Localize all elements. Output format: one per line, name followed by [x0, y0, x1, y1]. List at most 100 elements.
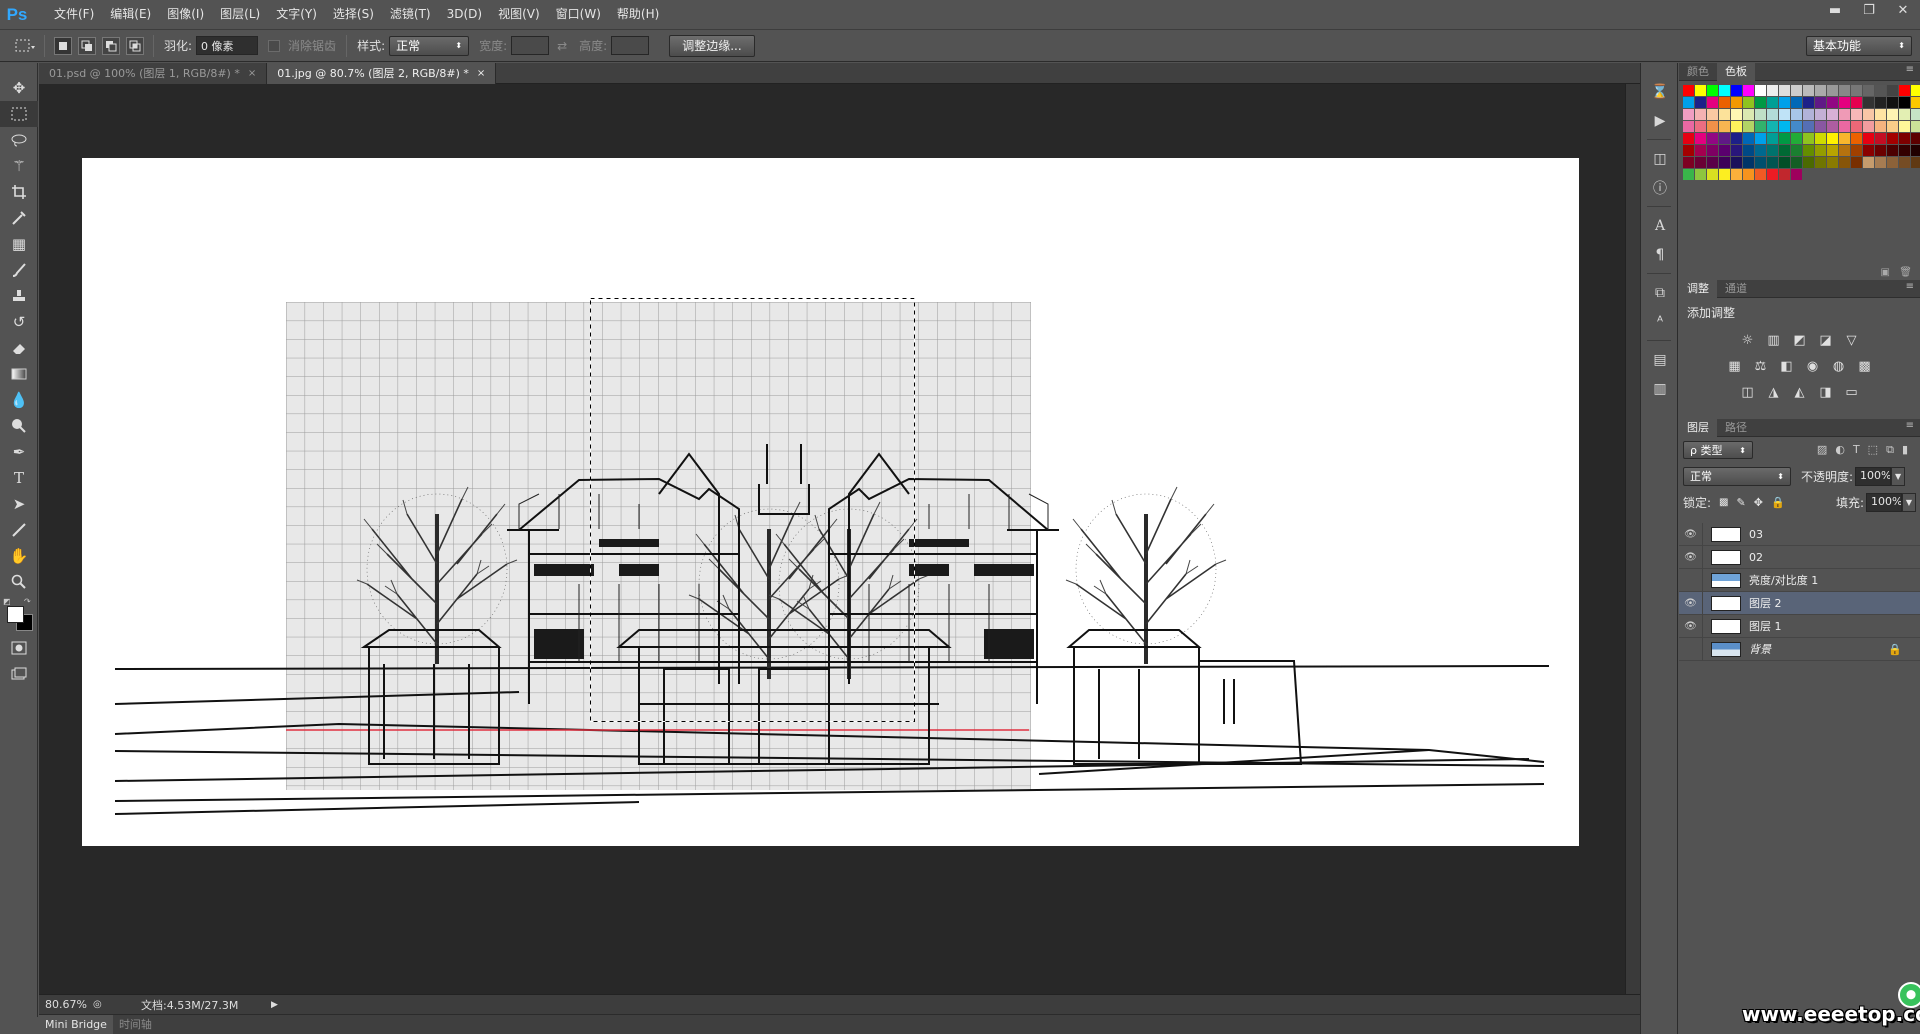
swatch[interactable]: [1887, 109, 1898, 120]
swatch[interactable]: [1815, 97, 1826, 108]
swatch[interactable]: [1743, 145, 1754, 156]
menu-3d[interactable]: 3D(D): [439, 0, 490, 29]
swatch[interactable]: [1887, 145, 1898, 156]
layer-row[interactable]: 👁 03: [1679, 522, 1920, 546]
swatch[interactable]: [1875, 121, 1886, 132]
swatch[interactable]: [1743, 133, 1754, 144]
history-icon[interactable]: ⌛: [1641, 77, 1679, 106]
swatch[interactable]: [1875, 133, 1886, 144]
swatch[interactable]: [1779, 169, 1790, 180]
add-selection-icon[interactable]: [78, 36, 96, 55]
threshold-icon[interactable]: ◭: [1787, 381, 1813, 403]
brightness-icon[interactable]: ☼: [1735, 329, 1761, 351]
menu-layer[interactable]: 图层(L): [212, 0, 268, 29]
swatch[interactable]: [1815, 121, 1826, 132]
pen-tool-icon[interactable]: ✒: [0, 439, 38, 465]
swatch[interactable]: [1827, 133, 1838, 144]
swatch[interactable]: [1719, 121, 1730, 132]
swatch[interactable]: [1827, 157, 1838, 168]
width-input[interactable]: [511, 36, 550, 55]
swatch[interactable]: [1755, 121, 1766, 132]
swatch[interactable]: [1791, 133, 1802, 144]
swatch[interactable]: [1803, 109, 1814, 120]
trash-icon[interactable]: 🗑: [1899, 267, 1912, 278]
swatch[interactable]: [1851, 133, 1862, 144]
swatch[interactable]: [1791, 157, 1802, 168]
filter-smart-icon[interactable]: ⧉: [1886, 443, 1894, 457]
antialias-checkbox[interactable]: 消除锯齿: [268, 37, 340, 54]
menu-help[interactable]: 帮助(H): [609, 0, 667, 29]
tab-color[interactable]: 颜色: [1679, 63, 1717, 81]
height-input[interactable]: [611, 36, 650, 55]
swatch[interactable]: [1863, 133, 1874, 144]
layer-row[interactable]: 亮度/对比度 1: [1679, 568, 1920, 592]
swatch[interactable]: [1827, 145, 1838, 156]
swatch[interactable]: [1731, 169, 1742, 180]
fill-input[interactable]: 100%: [1866, 492, 1902, 512]
layer-filter-select[interactable]: ρ 类型 ⬍: [1683, 441, 1753, 459]
swatch[interactable]: [1863, 85, 1874, 96]
color-balance-icon[interactable]: ⚖: [1748, 355, 1774, 377]
swatch-grid[interactable]: [1679, 81, 1920, 180]
visibility-eye-icon[interactable]: 👁: [1679, 591, 1703, 615]
blur-tool-icon[interactable]: 💧: [0, 387, 38, 413]
swatch[interactable]: [1875, 145, 1886, 156]
swatch[interactable]: [1815, 85, 1826, 96]
swatch[interactable]: [1779, 157, 1790, 168]
swatch[interactable]: [1731, 85, 1742, 96]
swatch[interactable]: [1803, 97, 1814, 108]
swatch[interactable]: [1755, 97, 1766, 108]
character-styles-icon[interactable]: ᴬ: [1641, 307, 1679, 336]
menu-window[interactable]: 窗口(W): [548, 0, 609, 29]
path-selection-icon[interactable]: ➤: [0, 491, 38, 517]
swatch[interactable]: [1719, 109, 1730, 120]
opacity-input[interactable]: 100%: [1855, 466, 1892, 486]
swatch[interactable]: [1875, 157, 1886, 168]
share-icon[interactable]: ◎: [93, 999, 111, 1010]
swatch[interactable]: [1755, 145, 1766, 156]
swatch[interactable]: [1731, 97, 1742, 108]
swatch[interactable]: [1719, 145, 1730, 156]
swatch[interactable]: [1719, 97, 1730, 108]
swatch[interactable]: [1899, 145, 1910, 156]
color-lookup-icon[interactable]: ▩: [1852, 355, 1878, 377]
swatch[interactable]: [1803, 157, 1814, 168]
lock-transparent-icon[interactable]: ▩: [1719, 497, 1728, 508]
swatch[interactable]: [1863, 97, 1874, 108]
swatch[interactable]: [1731, 121, 1742, 132]
swatch[interactable]: [1755, 109, 1766, 120]
swatch[interactable]: [1767, 97, 1778, 108]
menu-type[interactable]: 文字(Y): [268, 0, 325, 29]
swatch[interactable]: [1707, 109, 1718, 120]
hue-saturation-icon[interactable]: ▦: [1722, 355, 1748, 377]
curves-icon[interactable]: ◩: [1787, 329, 1813, 351]
swatch[interactable]: [1815, 109, 1826, 120]
swatch[interactable]: [1695, 109, 1706, 120]
actions-icon[interactable]: ▶: [1641, 106, 1679, 135]
swatch[interactable]: [1839, 85, 1850, 96]
swatch[interactable]: [1719, 169, 1730, 180]
vibrance-icon[interactable]: ▽: [1839, 329, 1865, 351]
swatch[interactable]: [1791, 169, 1802, 180]
new-selection-icon[interactable]: [54, 36, 72, 55]
swatch[interactable]: [1731, 133, 1742, 144]
tab-timeline[interactable]: 时间轴: [113, 1015, 158, 1034]
swatch[interactable]: [1695, 121, 1706, 132]
screen-mode-icon[interactable]: [0, 661, 38, 687]
tab-mini-bridge[interactable]: Mini Bridge: [39, 1014, 113, 1034]
tab-adjustments[interactable]: 调整: [1679, 279, 1717, 298]
tab-paths[interactable]: 路径: [1717, 419, 1755, 437]
swatch[interactable]: [1743, 97, 1754, 108]
filter-adjustment-icon[interactable]: ◐: [1835, 443, 1845, 457]
swatch[interactable]: [1707, 133, 1718, 144]
swatch[interactable]: [1887, 97, 1898, 108]
swatch[interactable]: [1791, 145, 1802, 156]
style-select[interactable]: 正常 ⬍: [389, 35, 470, 56]
eraser-icon[interactable]: [0, 335, 38, 361]
swatch[interactable]: [1815, 145, 1826, 156]
swatch[interactable]: [1851, 121, 1862, 132]
swatch[interactable]: [1695, 145, 1706, 156]
vertical-scrollbar[interactable]: [1625, 84, 1640, 994]
swatch[interactable]: [1743, 109, 1754, 120]
swatch[interactable]: [1875, 85, 1886, 96]
